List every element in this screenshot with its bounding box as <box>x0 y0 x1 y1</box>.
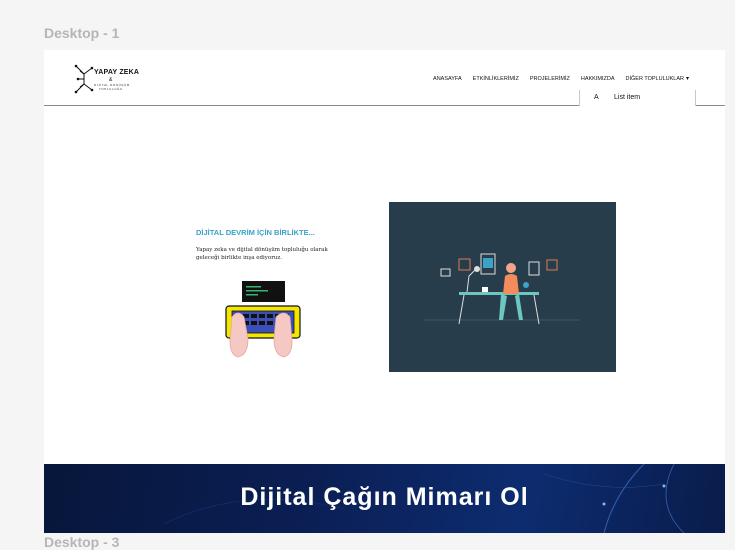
site-logo[interactable]: YAPAY ZEKA & DİJİTAL DÖNÜŞÜM TOPLULUĞU <box>74 62 139 96</box>
developer-at-desk-illustration <box>389 202 616 372</box>
nav-item-diger-topluluklar[interactable]: DİĞER TOPLULUKLAR ▾ <box>626 75 690 82</box>
hero-description-line1: Yapay zeka ve dijital dönüşüm topluluğu … <box>196 247 328 253</box>
hero-banner: Dijital Çağın Mimarı Ol <box>44 464 725 533</box>
frame-label-desktop-1: Desktop - 1 <box>44 25 120 41</box>
logo-subtitle-line2: TOPLULUĞU <box>99 87 123 91</box>
hero-title: DİJİTAL DEVRİM İÇİN BİRLİKTE... <box>196 228 315 237</box>
nav-item-anasayfa[interactable]: ANASAYFA <box>433 76 462 82</box>
nav-item-hakkimizda[interactable]: HAKKIMIZDA <box>581 76 615 82</box>
caret-down-icon: ▾ <box>685 76 689 82</box>
nav-item-projelerimiz[interactable]: PROJELERİMİZ <box>530 76 570 82</box>
logo-title: YAPAY ZEKA <box>94 69 140 76</box>
hero-description-line2: geleceği birlikte inşa ediyoruz. <box>196 255 283 261</box>
dropdown-menu: A List item <box>579 90 696 106</box>
circuit-brain-icon <box>74 64 94 94</box>
main-nav: ANASAYFA ETKİNLİKLERİMİZ PROJELERİMİZ HA… <box>433 75 690 83</box>
dropdown-list-item[interactable]: List item <box>614 94 640 101</box>
dropdown-item-leading-letter: A <box>594 94 599 101</box>
nav-item-etkinliklerimiz[interactable]: ETKİNLİKLERİMİZ <box>473 76 519 82</box>
nav-item-diger-topluluklar-label: DİĞER TOPLULUKLAR <box>625 76 684 82</box>
desktop-frame: YAPAY ZEKA & DİJİTAL DÖNÜŞÜM TOPLULUĞU A… <box>44 50 725 533</box>
frame-label-desktop-3: Desktop - 3 <box>44 534 120 550</box>
typing-hands-illustration <box>225 281 301 358</box>
banner-title: Dijital Çağın Mimarı Ol <box>240 483 529 511</box>
